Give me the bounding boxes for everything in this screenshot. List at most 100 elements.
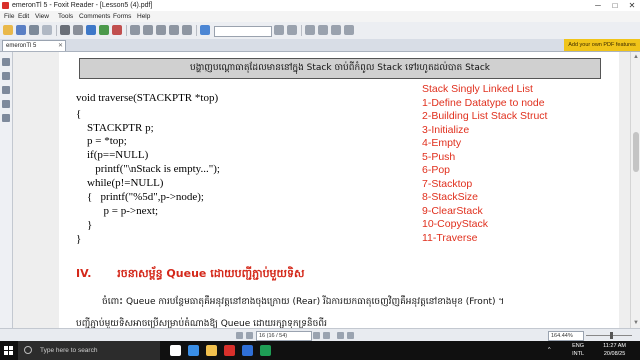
prev-page-button[interactable]: [246, 332, 253, 339]
list-item: 11-Traverse: [422, 231, 478, 244]
menu-tools[interactable]: Tools: [58, 11, 73, 22]
status-bar: 16 (16 / 54) 164.44%: [0, 328, 640, 342]
word-icon[interactable]: [242, 345, 253, 356]
hand-tool-icon[interactable]: [60, 25, 70, 35]
tab-close-icon[interactable]: ✕: [58, 41, 63, 52]
fit-width-icon[interactable]: [143, 25, 153, 35]
search-placeholder: Type here to search: [40, 347, 98, 354]
ad-bar[interactable]: Add your own PDF features: [564, 39, 640, 51]
pdf-page: បង្ហាញបណ្តោធាតុដែលមាននៅក្នុង Stack ចាប់ព…: [59, 52, 619, 328]
taskbar-search[interactable]: Type here to search: [18, 341, 160, 360]
zoom-in-icon[interactable]: [99, 25, 109, 35]
save-icon[interactable]: [16, 25, 26, 35]
forward-button[interactable]: [347, 332, 354, 339]
zoom-slider[interactable]: [586, 335, 632, 336]
menu-comments[interactable]: Comments: [79, 11, 110, 22]
list-item: 5-Push: [422, 150, 456, 163]
language-code: ENG: [572, 343, 584, 349]
toolbar-divider: [196, 25, 197, 36]
code-line: if(p==NULL): [76, 149, 149, 161]
zoom-level[interactable]: 164.44%: [548, 331, 584, 341]
code-line: void traverse(STACKPTR *top): [76, 92, 219, 104]
menu-help[interactable]: Help: [137, 11, 150, 22]
close-button[interactable]: ✕: [624, 0, 640, 11]
code-line: while(p!=NULL): [76, 177, 164, 189]
zoom-out-icon[interactable]: [112, 25, 122, 35]
layers-icon[interactable]: [2, 86, 10, 94]
task-view-icon[interactable]: [170, 345, 181, 356]
language-indicator[interactable]: ENG INTL: [572, 343, 584, 358]
code-line: STACKPTR p;: [76, 122, 154, 134]
windows-taskbar: Type here to search ^ ENG INTL 11:27 AM …: [0, 341, 640, 360]
find-next-icon[interactable]: [287, 25, 297, 35]
menu-file[interactable]: File: [4, 11, 14, 22]
minimize-button[interactable]: ─: [590, 0, 606, 11]
file-explorer-icon[interactable]: [206, 345, 217, 356]
rotate-icon[interactable]: [156, 25, 166, 35]
system-clock[interactable]: 11:27 AM 20/08/25: [603, 343, 626, 358]
document-viewer[interactable]: បង្ហាញបណ្តោធាតុដែលមាននៅក្នុង Stack ចាប់ព…: [13, 52, 630, 328]
first-page-icon[interactable]: [305, 25, 315, 35]
foxit-taskbar-icon[interactable]: [224, 345, 235, 356]
menu-bar: File Edit View Tools Comments Forms Help: [0, 11, 640, 22]
open-icon[interactable]: [3, 25, 13, 35]
tab-label: emeronTl 5: [6, 43, 37, 49]
find-input[interactable]: [214, 26, 272, 37]
email-icon[interactable]: [42, 25, 52, 35]
first-page-button[interactable]: [236, 332, 243, 339]
toolbar: [0, 22, 640, 40]
note-icon[interactable]: [182, 25, 192, 35]
code-line: printf("\nStack is empty...");: [76, 163, 220, 175]
list-item: 4-Empty: [422, 137, 462, 149]
bookmarks-icon[interactable]: [2, 58, 10, 66]
edge-icon[interactable]: [188, 345, 199, 356]
page-number-field[interactable]: 16 (16 / 54): [256, 331, 312, 341]
comments-icon[interactable]: [2, 114, 10, 122]
excel-icon[interactable]: [260, 345, 271, 356]
menu-view[interactable]: View: [35, 11, 49, 22]
back-button[interactable]: [337, 332, 344, 339]
code-line: p = p->next;: [76, 205, 159, 217]
tab-document[interactable]: emeronTl 5 ✕: [2, 40, 66, 51]
scroll-down-icon[interactable]: ▼: [631, 318, 640, 328]
attachments-icon[interactable]: [2, 100, 10, 108]
clock-time: 11:27 AM: [603, 343, 626, 349]
find-icon[interactable]: [200, 25, 210, 35]
list-item: 7-Stacktop: [422, 177, 473, 190]
body-paragraph: ចំពោះ Queue ការបន្ថែមធាតុគឺអនុវត្តនៅខាងច…: [102, 297, 505, 307]
code-line: }: [76, 219, 93, 231]
code-line: }: [76, 233, 82, 245]
typewriter-icon[interactable]: [169, 25, 179, 35]
list-item: 10-CopyStack: [422, 218, 488, 230]
keyboard-layout: INTL: [572, 350, 584, 357]
toolbar-divider: [301, 25, 302, 36]
next-page-icon[interactable]: [331, 25, 341, 35]
menu-forms[interactable]: Forms: [113, 11, 131, 22]
tray-chevron-icon[interactable]: ^: [548, 341, 551, 360]
next-page-button[interactable]: [313, 332, 320, 339]
thumbnails-icon[interactable]: [2, 72, 10, 80]
stack-topic-list: Stack Singly Linked List 1-Define Dataty…: [422, 83, 547, 245]
maximize-button[interactable]: □: [607, 0, 623, 11]
print-icon[interactable]: [29, 25, 39, 35]
code-line: p = *top;: [76, 135, 127, 147]
code-line: { printf("%5d",p->node);: [76, 191, 204, 203]
scroll-thumb[interactable]: [633, 132, 639, 172]
windows-start-icon[interactable]: [4, 346, 13, 355]
fit-page-icon[interactable]: [130, 25, 140, 35]
list-item: 1-Define Datatype to node: [422, 96, 545, 109]
toolbar-divider: [126, 25, 127, 36]
section-banner: បង្ហាញបណ្តោធាតុដែលមាននៅក្នុង Stack ចាប់ព…: [79, 58, 601, 79]
find-prev-icon[interactable]: [274, 25, 284, 35]
list-item: Stack Singly Linked List: [422, 83, 533, 95]
search-icon: [24, 346, 32, 354]
prev-page-icon[interactable]: [318, 25, 328, 35]
select-text-icon[interactable]: [73, 25, 83, 35]
vertical-scrollbar[interactable]: ▲ ▼: [630, 52, 640, 328]
menu-edit[interactable]: Edit: [18, 11, 29, 22]
zoom-slider-knob[interactable]: [610, 332, 613, 339]
scroll-up-icon[interactable]: ▲: [631, 52, 640, 62]
last-page-icon[interactable]: [344, 25, 354, 35]
last-page-button[interactable]: [323, 332, 330, 339]
snapshot-icon[interactable]: [86, 25, 96, 35]
